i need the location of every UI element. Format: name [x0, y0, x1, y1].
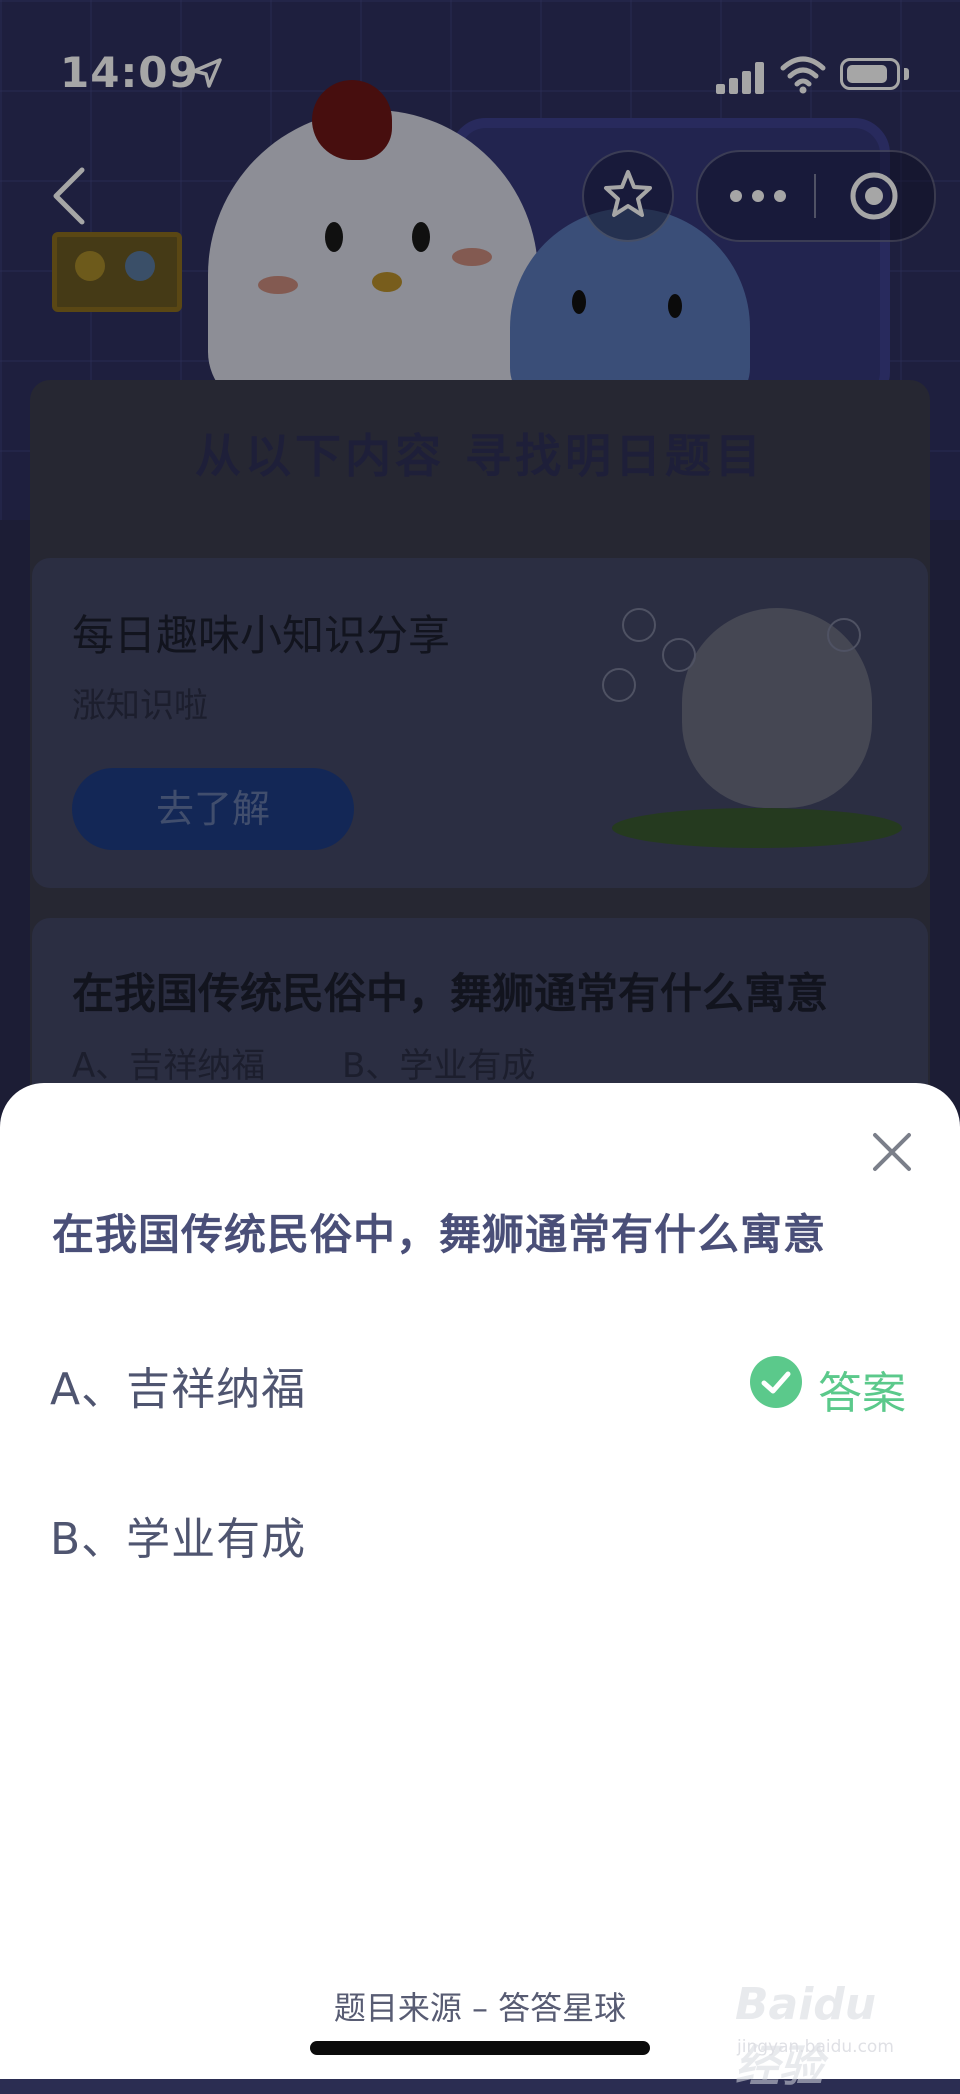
watermark-url: jingyan.baidu.com [737, 2037, 894, 2057]
answer-label: 答案 [818, 1368, 906, 1419]
option-label: A、吉祥纳福 [50, 1364, 307, 1415]
baidu-watermark-logo: Baidu经验 jingyan.baidu.com [735, 1973, 915, 2092]
home-indicator[interactable] [310, 2041, 650, 2055]
option-b-row[interactable]: B、学业有成 [0, 1463, 960, 1603]
option-label: B、学业有成 [50, 1514, 307, 1565]
question-title: 在我国传统民俗中，舞狮通常有什么寓意 [52, 1210, 827, 1259]
answer-sheet: 在我国传统民俗中，舞狮通常有什么寓意 A、吉祥纳福 答案 B、学业有成 题目来源… [0, 1083, 960, 2092]
check-circle-icon [750, 1356, 802, 1408]
close-icon[interactable] [870, 1130, 914, 1174]
option-a-row[interactable]: A、吉祥纳福 答案 [0, 1313, 960, 1453]
